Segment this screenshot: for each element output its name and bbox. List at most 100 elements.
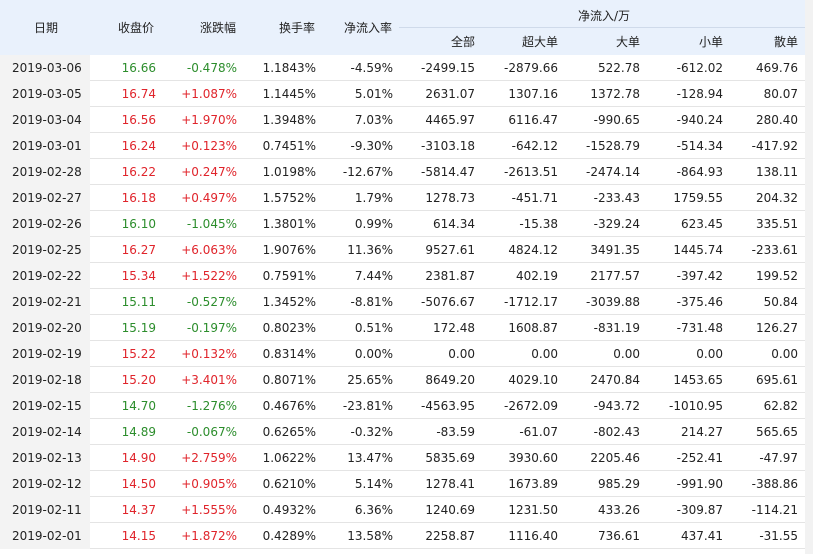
table-row[interactable]: 2019-02-13 14.90 +2.759% 1.0622% 13.47% 5835.…	[0, 445, 813, 471]
cell-close: 15.11	[121, 295, 156, 309]
table-row[interactable]: 2019-02-19 15.22 +0.132% 0.8314% 0.00% 0.00 0.…	[0, 341, 813, 367]
cell-change: -0.527%	[186, 295, 237, 309]
cell-net-retail: 280.40	[756, 113, 798, 127]
cell-net-all: 4465.97	[425, 113, 475, 127]
cell-net-rate: -9.30%	[350, 139, 393, 153]
table-row[interactable]: 2019-03-04 16.56 +1.970% 1.3948% 7.03% 4465.9…	[0, 107, 813, 133]
cell-net-large: 985.29	[598, 477, 640, 491]
table-row[interactable]: 2019-03-05 16.74 +1.087% 1.1445% 5.01% 2631.0…	[0, 81, 813, 107]
cell-net-rate: -12.67%	[342, 165, 393, 179]
table-row[interactable]: 2019-02-28 16.22 +0.247% 1.0198% -12.67% -581…	[0, 159, 813, 185]
cell-net-small: 1759.55	[673, 191, 723, 205]
cell-change: +0.497%	[181, 191, 237, 205]
cell-net-small: -375.46	[676, 295, 723, 309]
cell-net-xl: -2879.66	[504, 61, 558, 75]
cell-turnover: 1.5752%	[262, 191, 316, 205]
cell-net-retail: 199.52	[756, 269, 798, 283]
cell-change: -0.067%	[186, 425, 237, 439]
cell-close: 16.10	[121, 217, 156, 231]
scrollbar-track[interactable]	[805, 0, 813, 554]
table-row[interactable]: 2019-02-27 16.18 +0.497% 1.5752% 1.79% 1278.7…	[0, 185, 813, 211]
cell-net-retail: 138.11	[756, 165, 798, 179]
cell-net-large: -802.43	[593, 425, 640, 439]
cell-net-rate: 5.14%	[354, 477, 393, 491]
table-row[interactable]: 2019-03-06 16.66 -0.478% 1.1843% -4.59% -2499…	[0, 55, 813, 81]
cell-close: 16.56	[121, 113, 156, 127]
col-group-net-flow: 净流入/万	[578, 9, 631, 23]
table-row[interactable]: 2019-02-26 16.10 -1.045% 1.3801% 0.99% 614.34…	[0, 211, 813, 237]
cell-net-rate: -23.81%	[342, 399, 393, 413]
cell-change: +2.759%	[181, 451, 237, 465]
cell-net-rate: 0.00%	[354, 347, 393, 361]
col-header-close[interactable]: 收盘价	[118, 19, 154, 36]
table-row[interactable]: 2019-02-01 14.15 +1.872% 0.4289% 13.58% 2258.…	[0, 523, 813, 549]
table-row[interactable]: 2019-02-18 15.20 +3.401% 0.8071% 25.65% 8649.…	[0, 367, 813, 393]
cell-net-retail: -388.86	[751, 477, 798, 491]
cell-net-xl: 1231.50	[508, 503, 558, 517]
cell-net-small: 623.45	[681, 217, 723, 231]
cell-net-large: 1372.78	[590, 87, 640, 101]
cell-net-rate: 6.36%	[354, 503, 393, 517]
cell-date: 2019-02-28	[12, 165, 82, 179]
cell-close: 14.90	[121, 451, 156, 465]
cell-close: 16.74	[121, 87, 156, 101]
cell-net-xl: -61.07	[519, 425, 558, 439]
cell-change: +1.087%	[181, 87, 237, 101]
cell-net-small: 1445.74	[673, 243, 723, 257]
cell-net-large: -943.72	[593, 399, 640, 413]
cell-change: +0.132%	[181, 347, 237, 361]
col-header-retail[interactable]: 散单	[728, 30, 798, 55]
cell-change: +0.247%	[181, 165, 237, 179]
col-header-all[interactable]: 全部	[399, 30, 475, 55]
cell-net-small: -991.90	[676, 477, 723, 491]
cell-turnover: 1.0198%	[262, 165, 316, 179]
table-row[interactable]: 2019-02-14 14.89 -0.067% 0.6265% -0.32% -83.5…	[0, 419, 813, 445]
cell-net-all: 1240.69	[425, 503, 475, 517]
cell-date: 2019-02-14	[12, 425, 82, 439]
cell-date: 2019-02-19	[12, 347, 82, 361]
col-header-date[interactable]: 日期	[34, 19, 58, 36]
cell-date: 2019-02-01	[12, 529, 82, 543]
cell-net-xl: 402.19	[516, 269, 558, 283]
col-header-turnover[interactable]: 换手率	[279, 19, 315, 36]
table-row[interactable]: 2019-02-11 14.37 +1.555% 0.4932% 6.36% 1240.6…	[0, 497, 813, 523]
cell-change: +1.970%	[181, 113, 237, 127]
cell-net-xl: -1712.17	[504, 295, 558, 309]
cell-turnover: 0.6265%	[262, 425, 316, 439]
cell-net-xl: -451.71	[511, 191, 558, 205]
col-header-small[interactable]: 小单	[645, 30, 723, 55]
cell-turnover: 1.3801%	[262, 217, 316, 231]
cell-net-retail: 204.32	[756, 191, 798, 205]
table-row[interactable]: 2019-02-12 14.50 +0.905% 0.6210% 5.14% 1278.4…	[0, 471, 813, 497]
cell-date: 2019-02-20	[12, 321, 82, 335]
table-row[interactable]: 2019-02-15 14.70 -1.276% 0.4676% -23.81% -456…	[0, 393, 813, 419]
cell-net-retail: 50.84	[763, 295, 798, 309]
col-header-net-rate[interactable]: 净流入率	[344, 19, 392, 36]
cell-turnover: 0.7451%	[262, 139, 316, 153]
cell-net-small: -309.87	[676, 503, 723, 517]
cell-change: +0.905%	[181, 477, 237, 491]
cell-turnover: 1.1843%	[262, 61, 316, 75]
cell-close: 15.19	[121, 321, 156, 335]
cell-date: 2019-02-18	[12, 373, 82, 387]
table-row[interactable]: 2019-02-22 15.34 +1.522% 0.7591% 7.44% 2381.8…	[0, 263, 813, 289]
cell-net-rate: 13.47%	[347, 451, 393, 465]
cell-turnover: 0.4932%	[262, 503, 316, 517]
cell-date: 2019-02-21	[12, 295, 82, 309]
table-row[interactable]: 2019-02-21 15.11 -0.527% 1.3452% -8.81% -5076…	[0, 289, 813, 315]
cell-net-all: 8649.20	[425, 373, 475, 387]
cell-net-rate: 25.65%	[347, 373, 393, 387]
cell-net-retail: -114.21	[751, 503, 798, 517]
cell-net-xl: 4824.12	[508, 243, 558, 257]
cell-turnover: 0.6210%	[262, 477, 316, 491]
col-header-change[interactable]: 涨跌幅	[200, 19, 236, 36]
table-row[interactable]: 2019-02-25 16.27 +6.063% 1.9076% 11.36% 9527.…	[0, 237, 813, 263]
table-row[interactable]: 2019-02-20 15.19 -0.197% 0.8023% 0.51% 172.48…	[0, 315, 813, 341]
col-header-large[interactable]: 大单	[563, 30, 640, 55]
table-row[interactable]: 2019-03-01 16.24 +0.123% 0.7451% -9.30% -3103…	[0, 133, 813, 159]
cell-net-large: 2470.84	[590, 373, 640, 387]
cell-net-small: -612.02	[676, 61, 723, 75]
col-header-xl[interactable]: 超大单	[480, 30, 558, 55]
cell-turnover: 0.4676%	[262, 399, 316, 413]
cell-close: 16.24	[121, 139, 156, 153]
